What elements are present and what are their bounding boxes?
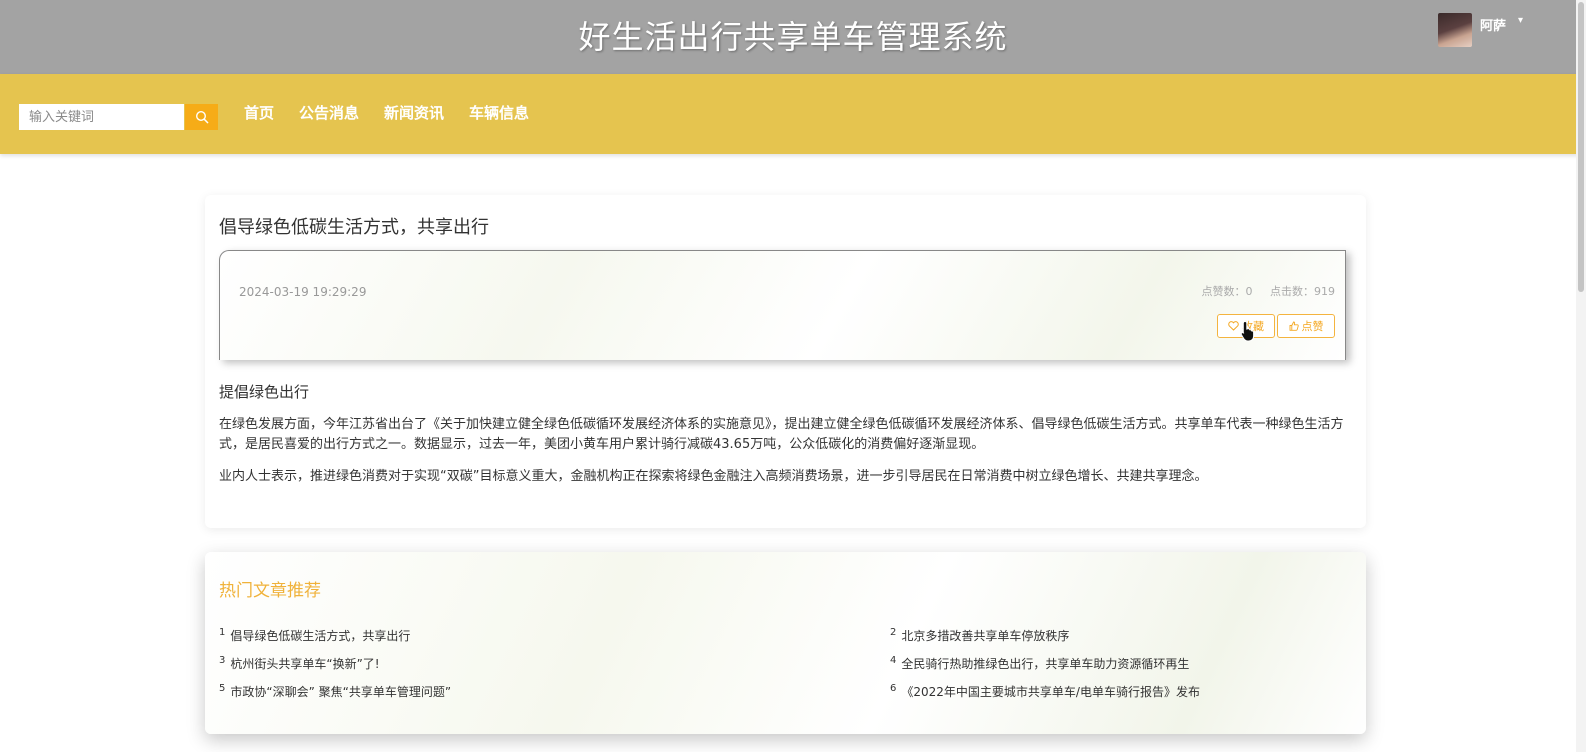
article-meta: 2024-03-19 19:29:29 点赞数：0 点击数：919 收藏 点赞 [219,250,1346,360]
search-input[interactable] [19,104,184,130]
article-title: 倡导绿色低碳生活方式，共享出行 [219,217,489,238]
thumbs-up-icon [1289,321,1299,331]
hot-article-link[interactable]: 杭州街头共享单车“换新”了! [230,657,379,671]
hot-article-rank: 5 [219,683,226,694]
hot-article-item[interactable]: 3 杭州街头共享单车“换新”了! [219,655,380,672]
hot-article-item[interactable]: 1 倡导绿色低碳生活方式，共享出行 [219,627,410,644]
nav-item-vehicles[interactable]: 车辆信息 [469,104,529,123]
nav-item-news[interactable]: 新闻资讯 [384,104,444,123]
like-button[interactable]: 点赞 [1277,314,1335,338]
hot-article-link[interactable]: 全民骑行热助推绿色出行，共享单车助力资源循环再生 [901,657,1189,671]
hot-article-item[interactable]: 2 北京多措改善共享单车停放秩序 [890,627,1069,644]
hot-article-link[interactable]: 倡导绿色低碳生活方式，共享出行 [230,629,410,643]
chevron-down-icon[interactable]: ▾ [1518,15,1523,26]
click-count: 点击数：919 [1270,285,1335,298]
top-header: 好生活出行共享单车管理系统 阿萨 ▾ [0,0,1586,74]
article-card: 倡导绿色低碳生活方式，共享出行 2024-03-19 19:29:29 点赞数：… [205,195,1366,528]
hot-article-rank: 4 [890,655,897,666]
like-count: 点赞数：0 [1201,285,1253,298]
scrollbar-thumb[interactable] [1578,2,1584,292]
article-paragraph: 业内人士表示，推进绿色消费对于实现“双碳”目标意义重大，金融机构正在探索将绿色金… [219,469,1208,484]
hot-articles-title: 热门文章推荐 [219,581,321,601]
user-menu[interactable]: 阿萨 ▾ [1438,13,1523,47]
hot-articles-card: 热门文章推荐 1 倡导绿色低碳生活方式，共享出行 2 北京多措改善共享单车停放秩序 … [205,552,1366,734]
user-name[interactable]: 阿萨 [1480,15,1506,34]
pointer-cursor-icon [1240,320,1255,342]
nav-item-announcements[interactable]: 公告消息 [299,104,359,123]
hot-article-item[interactable]: 6 《2022年中国主要城市共享单车/电单车骑行报告》发布 [890,683,1200,700]
search-icon [195,110,208,124]
article-subtitle: 提倡绿色出行 [219,383,310,401]
collect-button[interactable]: 收藏 [1217,314,1275,342]
hot-article-link[interactable]: 《2022年中国主要城市共享单车/电单车骑行报告》发布 [901,685,1200,699]
hot-article-item[interactable]: 5 市政协“深聊会” 聚焦“共享单车管理问题” [219,683,451,700]
hot-article-item[interactable]: 4 全民骑行热助推绿色出行，共享单车助力资源循环再生 [890,655,1189,672]
article-paragraph: 在绿色发展方面，今年江苏省出台了《关于加快建立健全绿色低碳循环发展经济体系的实施… [219,417,1344,452]
hot-article-rank: 6 [890,683,897,694]
hot-article-rank: 3 [219,655,226,666]
article-body: 在绿色发展方面，今年江苏省出台了《关于加快建立健全绿色低碳循环发展经济体系的实施… [219,415,1349,499]
heart-icon [1228,321,1239,331]
article-actions: 收藏 点赞 [1215,314,1335,342]
hot-article-link[interactable]: 北京多措改善共享单车停放秩序 [901,629,1069,643]
nav-item-home[interactable]: 首页 [244,104,274,123]
nav-menu: 首页 公告消息 新闻资讯 车辆信息 [244,104,554,123]
article-stats: 点赞数：0 点击数：919 [1202,283,1336,299]
hot-article-rank: 2 [890,627,897,638]
article-date: 2024-03-19 19:29:29 [239,285,367,299]
hot-article-rank: 1 [219,627,226,638]
search-button[interactable] [185,104,218,130]
site-title: 好生活出行共享单车管理系统 [578,18,1008,56]
like-button-label: 点赞 [1301,320,1324,333]
nav-bar: 首页 公告消息 新闻资讯 车辆信息 [0,74,1586,154]
avatar[interactable] [1438,13,1472,47]
hot-article-link[interactable]: 市政协“深聊会” 聚焦“共享单车管理问题” [230,685,451,699]
